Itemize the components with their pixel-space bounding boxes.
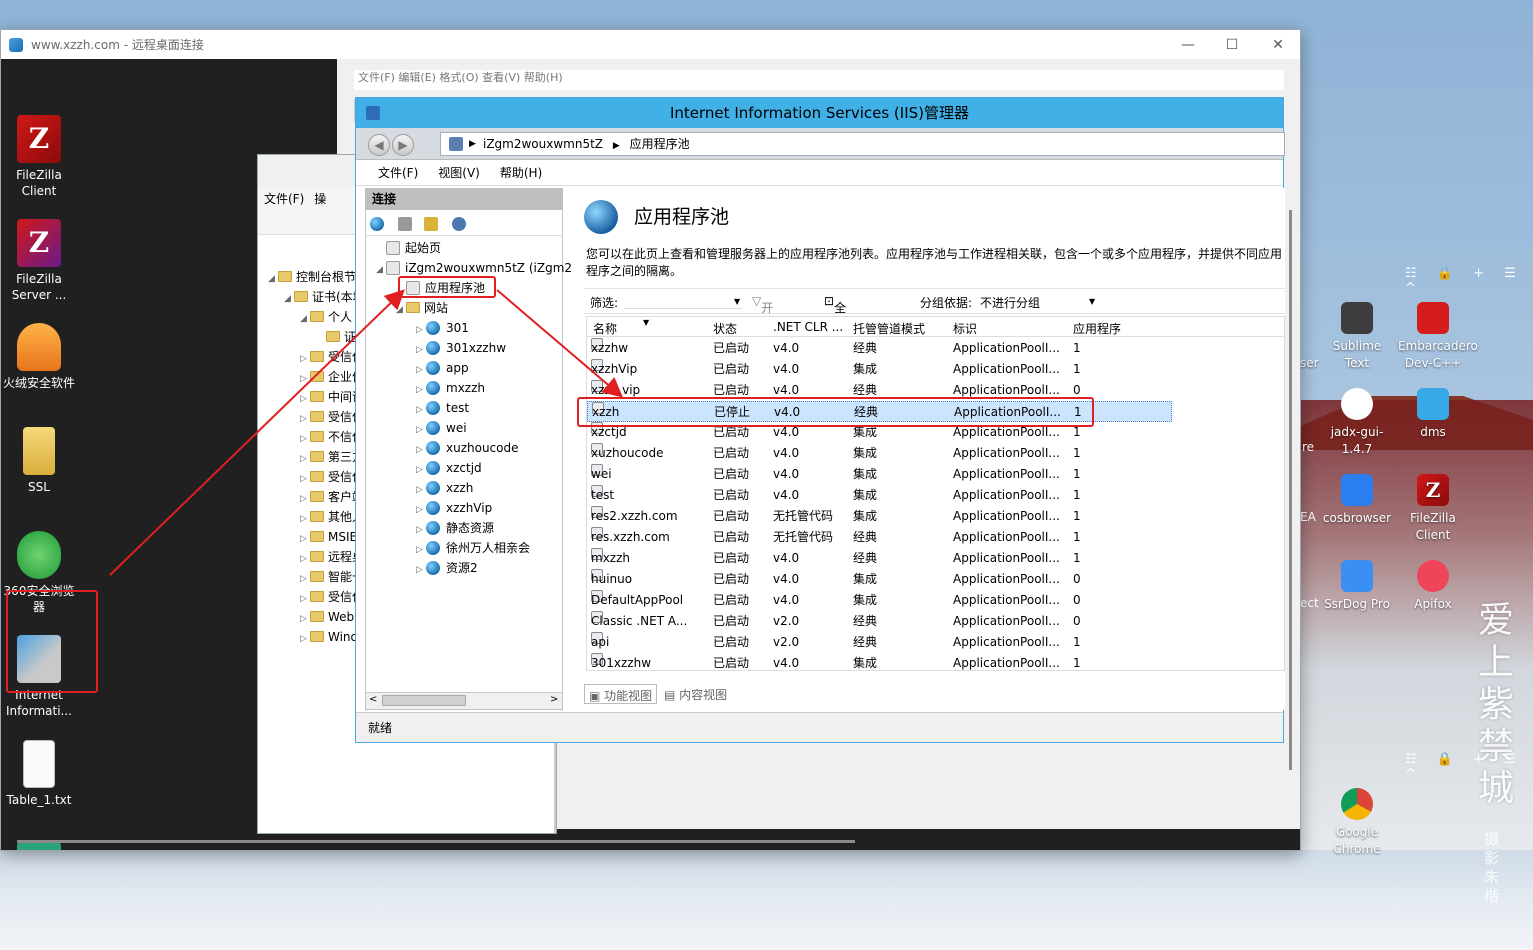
arrow-to-app-pools [109,289,405,576]
arrow-to-stopped-pool [496,289,624,398]
annotation-arrows [109,289,624,576]
